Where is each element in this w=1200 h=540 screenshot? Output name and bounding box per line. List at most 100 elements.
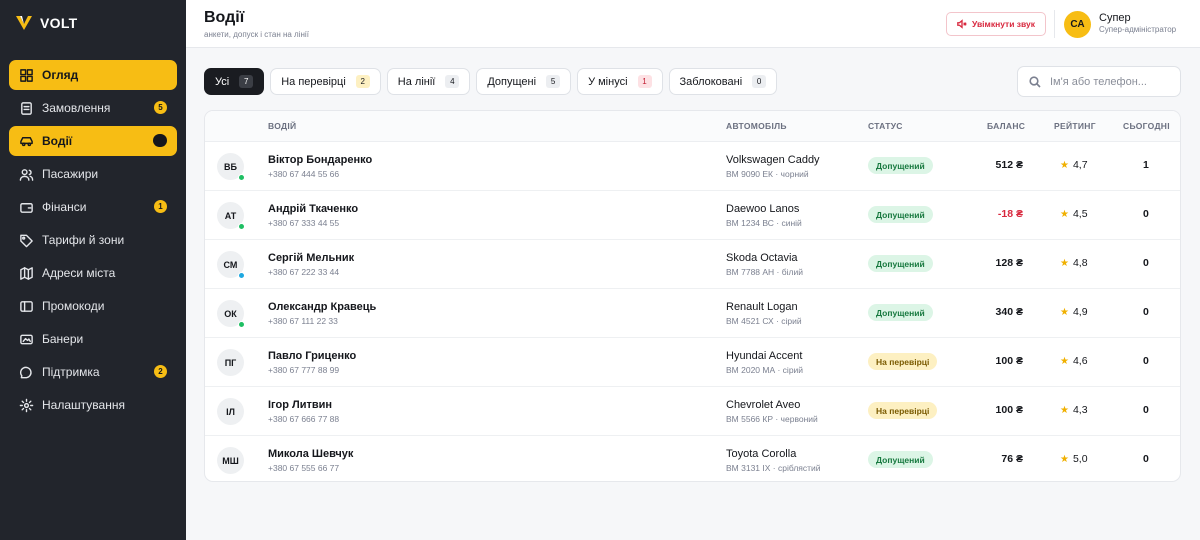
table-row[interactable]: ПГ Павло Гриценко +380 67 777 88 99 Hyun… [205, 338, 1180, 387]
car-plate: ВМ 9090 ЕК · чорний [726, 169, 809, 179]
car-model: Volkswagen Caddy [726, 154, 820, 166]
car-model: Chevrolet Aveo [726, 399, 801, 411]
enable-sound-label: Увімкнути звук [971, 19, 1036, 29]
driver-name[interactable]: Сергій Мельник [268, 252, 354, 264]
driver-name[interactable]: Олександр Кравець [268, 301, 376, 313]
rating-value: 4,6 [1072, 355, 1088, 367]
enable-sound-button[interactable]: Увімкнути звук [946, 12, 1046, 36]
col-status[interactable]: СТАТУС [868, 121, 903, 131]
search-box[interactable] [1017, 66, 1181, 97]
star-icon: ★ [1060, 355, 1069, 367]
filter-chip[interactable]: На лінії 4 [386, 68, 471, 95]
today-count: 0 [1143, 404, 1149, 416]
balance-value: 76 ₴ [1001, 453, 1023, 465]
driver-avatar: МШ [217, 447, 244, 474]
sidebar-item-label: Фінанси [42, 200, 87, 214]
col-driver[interactable]: ВОДІЙ [268, 121, 296, 131]
filter-chip[interactable]: Заблоковані 0 [668, 68, 778, 95]
promo-icon [18, 298, 34, 314]
car-model: Daewoo Lanos [726, 203, 800, 215]
app-logo[interactable]: VOLT [14, 13, 78, 33]
col-today[interactable]: СЬОГОДНІ [1123, 121, 1170, 131]
table-row[interactable]: СМ Сергій Мельник +380 67 222 33 44 Skod… [205, 240, 1180, 289]
status-badge: Допущений [868, 255, 933, 272]
driver-name[interactable]: Віктор Бондаренко [268, 154, 372, 166]
car-model: Toyota Corolla [726, 448, 797, 460]
sidebar-item-badge: 2 [154, 365, 167, 378]
user-name[interactable]: Супер [1099, 12, 1131, 24]
rating-cell: ★ 4,8 [1060, 257, 1088, 269]
sidebar-item-7[interactable]: Промокоди [9, 291, 177, 321]
driver-name[interactable]: Андрій Ткаченко [268, 203, 358, 215]
online-indicator [238, 223, 245, 230]
table-row[interactable]: ІЛ Ігор Литвин +380 67 666 77 88 Chevrol… [205, 387, 1180, 436]
star-icon: ★ [1060, 159, 1069, 171]
sidebar-item-label: Пасажири [42, 167, 99, 181]
driver-avatar: ІЛ [217, 398, 244, 425]
search-input[interactable] [1050, 75, 1170, 88]
logo-icon [16, 16, 32, 30]
table-row[interactable]: МШ Микола Шевчук +380 67 555 66 77 Toyot… [205, 436, 1180, 481]
sidebar-item-3[interactable]: Пасажири [9, 159, 177, 189]
sidebar-item-8[interactable]: Банери [9, 324, 177, 354]
gear-icon [18, 397, 34, 413]
sidebar-item-label: Підтримка [42, 365, 100, 379]
filter-chip[interactable]: У мінусі 1 [577, 68, 663, 95]
table-row[interactable]: ОК Олександр Кравець +380 67 111 22 33 R… [205, 289, 1180, 338]
driver-phone: +380 67 777 88 99 [268, 365, 340, 375]
col-car[interactable]: АВТОМОБІЛЬ [726, 121, 787, 131]
star-icon: ★ [1060, 306, 1069, 318]
car-model: Hyundai Accent [726, 350, 803, 362]
users-icon [18, 166, 34, 182]
user-role: Супер-адміністратор [1099, 25, 1177, 34]
today-count: 0 [1143, 355, 1149, 367]
star-icon: ★ [1060, 453, 1069, 465]
driver-name[interactable]: Микола Шевчук [268, 448, 353, 460]
sidebar-item-4[interactable]: Фінанси 1 [9, 192, 177, 222]
driver-name[interactable]: Ігор Литвин [268, 399, 332, 411]
page-header: Водії анкети, допуск і стан на лінії Уві… [186, 0, 1200, 48]
status-badge: Допущений [868, 206, 933, 223]
today-count: 1 [1143, 159, 1149, 171]
star-icon: ★ [1060, 208, 1069, 220]
rating-value: 4,9 [1072, 306, 1088, 318]
balance-value: 100 ₴ [995, 355, 1023, 367]
sidebar: VOLT Огляд Замовлення 5 Водії Пасажири Фі… [0, 0, 186, 540]
status-badge: На перевірці [868, 402, 938, 419]
star-icon: ★ [1060, 257, 1069, 269]
filter-chip[interactable]: Допущені 5 [476, 68, 572, 95]
online-indicator [238, 272, 245, 279]
filter-count: 1 [637, 75, 652, 88]
rating-value: 4,7 [1072, 159, 1088, 171]
car-model: Skoda Octavia [726, 252, 798, 264]
sidebar-item-label: Банери [42, 332, 84, 346]
car-plate: ВМ 1234 ВС · синій [726, 218, 802, 228]
filter-chip[interactable]: Усі 7 [204, 68, 265, 95]
sidebar-item-1[interactable]: Замовлення 5 [9, 93, 177, 123]
wallet-icon [18, 199, 34, 215]
status-filters: Усі 7 На перевірці 2 На лінії 4 Допущені 5У… [204, 68, 778, 95]
driver-avatar: ПГ [217, 349, 244, 376]
sidebar-item-10[interactable]: Налаштування [9, 390, 177, 420]
col-rating[interactable]: РЕЙТИНГ [1054, 121, 1096, 131]
sidebar-item-9[interactable]: Підтримка 2 [9, 357, 177, 387]
sidebar-item-6[interactable]: Адреси міста [9, 258, 177, 288]
table-row[interactable]: АТ Андрій Ткаченко +380 67 333 44 55 Dae… [205, 191, 1180, 240]
status-badge: На перевірці [868, 353, 938, 370]
driver-name[interactable]: Павло Гриценко [268, 350, 356, 362]
filter-count: 2 [355, 75, 370, 88]
filter-count: 5 [546, 75, 561, 88]
today-count: 0 [1143, 208, 1149, 220]
col-balance[interactable]: БАЛАНС [987, 121, 1025, 131]
sidebar-item-label: Налаштування [42, 398, 125, 412]
rating-value: 4,3 [1072, 404, 1088, 416]
sidebar-item-5[interactable]: Тарифи й зони [9, 225, 177, 255]
table-row[interactable]: ВБ Віктор Бондаренко +380 67 444 55 66 V… [205, 142, 1180, 191]
sidebar-item-2[interactable]: Водії [9, 126, 177, 156]
car-plate: ВМ 2020 МА · сірий [726, 365, 804, 375]
sidebar-item-label: Тарифи й зони [42, 233, 125, 247]
filter-chip[interactable]: На перевірці 2 [270, 68, 381, 95]
user-avatar[interactable]: СА [1064, 11, 1091, 38]
sidebar-item-0[interactable]: Огляд [9, 60, 177, 90]
balance-value: 100 ₴ [995, 404, 1023, 416]
